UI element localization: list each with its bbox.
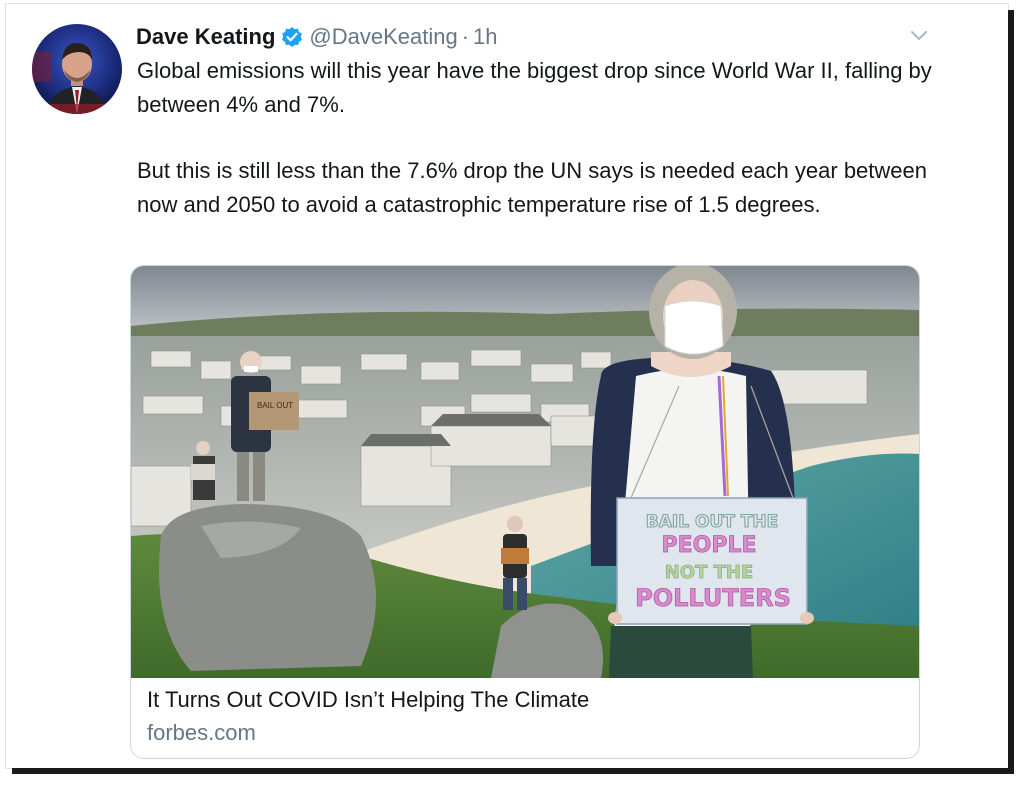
header-separator: · <box>461 24 470 49</box>
sign-line-4: POLLUTERS <box>635 584 791 612</box>
avatar-image <box>32 24 122 114</box>
tweet-paragraph-1: Global emissions will this year have the… <box>137 58 932 117</box>
author-name[interactable]: Dave Keating <box>136 24 275 50</box>
tweet-paragraph-2: But this is still less than the 7.6% dro… <box>137 158 927 217</box>
verified-badge-icon <box>281 26 303 48</box>
tweet-timestamp[interactable]: 1h <box>473 24 497 50</box>
avatar[interactable] <box>32 24 122 114</box>
card-title[interactable]: It Turns Out COVID Isn’t Helping The Cli… <box>147 687 589 713</box>
small-sign-text: BAIL OUT <box>257 401 293 410</box>
card-domain[interactable]: forbes.com <box>147 720 256 746</box>
sign-line-1: BAIL OUT THE <box>646 512 778 532</box>
author-handle[interactable]: @DaveKeating <box>309 24 457 50</box>
card-image: BAIL OUT BAIL OUT THE PEOPLE NOT THE POL… <box>131 266 919 678</box>
sign-line-2: PEOPLE <box>661 533 756 558</box>
tweet-text: Global emissions will this year have the… <box>137 54 937 221</box>
chevron-down-icon[interactable] <box>906 24 932 46</box>
sign-line-3: NOT THE <box>665 562 754 583</box>
link-preview-card[interactable]: BAIL OUT BAIL OUT THE PEOPLE NOT THE POL… <box>130 265 920 759</box>
tweet-header: Dave Keating @DaveKeating · 1h <box>136 20 498 54</box>
